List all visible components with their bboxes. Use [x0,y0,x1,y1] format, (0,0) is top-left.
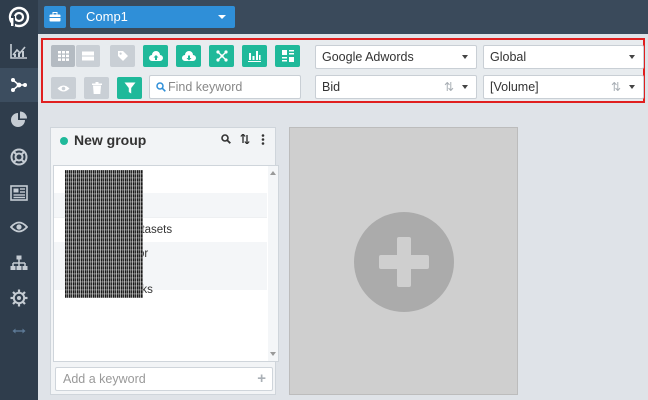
company-select[interactable]: Comp1 [70,6,235,28]
keyword-toolbar: Google Adwords Global Bid ⇅ [Volume] ⇅ [41,38,645,103]
source-select-value: Google Adwords [322,50,414,64]
keyword-list: atasets or oks [53,165,279,362]
cloud-upload-icon [148,50,163,61]
tag-button[interactable] [110,45,135,67]
more-vertical-icon[interactable] [261,134,265,145]
add-keyword-input[interactable] [63,371,253,387]
add-keyword-field: + [55,367,273,391]
app-logo[interactable] [0,0,38,34]
logo-icon [8,6,30,28]
chevron-down-icon [629,85,635,89]
scroll-down-icon[interactable] [270,352,276,356]
group-header: New group [51,128,275,164]
projects-button[interactable] [44,6,66,28]
pie-chart-icon [11,111,27,127]
upload-button[interactable] [143,45,168,67]
cluster-button[interactable] [209,45,234,67]
sort-order-icon[interactable]: ⇅ [611,80,621,94]
keyword-group-panel: New group atasets or oks + [50,127,279,395]
source-select[interactable]: Google Adwords [315,45,477,69]
sidebar-item-support[interactable] [0,140,38,174]
sidebar [0,0,38,400]
gear-icon [10,289,28,307]
plus-vertical [397,237,411,287]
grid-icon [57,51,69,61]
briefcase-icon [49,12,61,22]
toggle-visibility-button[interactable] [51,77,76,99]
list-view-button[interactable] [76,45,100,67]
region-select[interactable]: Global [483,45,644,69]
sidebar-item-structure[interactable] [0,246,38,280]
sidebar-item-settings[interactable] [0,281,38,315]
sitemap-icon [10,255,28,270]
topbar: Comp1 [38,0,648,34]
add-group-plus-icon[interactable] [354,212,454,312]
trash-icon [91,82,102,94]
company-select-label: Comp1 [86,9,128,24]
sidebar-item-watch[interactable] [0,210,38,244]
redacted-region [65,170,143,298]
search-icon[interactable] [221,134,231,144]
newspaper-icon [10,185,28,201]
region-select-value: Global [490,50,527,64]
expand-arrows-icon [12,328,26,334]
keyword-search-input[interactable] [168,79,296,95]
add-keyword-plus-icon[interactable]: + [257,370,266,387]
group-title[interactable]: New group [74,132,146,148]
sort-icon[interactable] [240,134,250,144]
list-icon [82,51,94,61]
scroll-up-icon[interactable] [270,171,276,175]
sidebar-item-reports[interactable] [0,103,38,137]
sidebar-item-analytics[interactable] [0,34,38,68]
keyword-search [149,75,301,99]
filter-button[interactable] [117,77,142,99]
compare-icon [281,50,294,62]
network-icon [215,50,228,62]
stats-button[interactable] [242,45,267,67]
list-scrollbar[interactable] [268,166,278,361]
eye-icon [10,221,28,233]
compare-button[interactable] [275,45,300,67]
tag-icon [117,51,128,61]
sidebar-item-graph[interactable] [0,68,38,102]
grid-view-button[interactable] [51,45,75,67]
line-chart-icon [10,44,27,59]
sort-select[interactable]: [Volume] ⇅ [483,75,644,99]
download-button[interactable] [176,45,201,67]
chevron-down-icon [462,85,468,89]
chevron-down-icon [629,55,635,59]
sort-select-value: [Volume] [490,80,539,94]
eye-icon [57,85,70,91]
lifebuoy-icon [10,148,28,166]
filter-icon [124,82,135,94]
cloud-download-icon [181,50,196,61]
chevron-down-icon [218,15,226,19]
metric-select[interactable]: Bid ⇅ [315,75,477,99]
chevron-down-icon [462,55,468,59]
sidebar-item-news[interactable] [0,176,38,210]
sidebar-expand[interactable] [0,314,38,348]
group-status-dot [60,137,68,145]
sort-order-icon[interactable]: ⇅ [444,80,454,94]
delete-button[interactable] [84,77,109,99]
share-nodes-icon [11,78,27,92]
bar-chart-icon [248,51,261,62]
add-group-panel[interactable] [289,127,518,395]
metric-select-value: Bid [322,80,341,94]
search-icon [156,82,166,92]
